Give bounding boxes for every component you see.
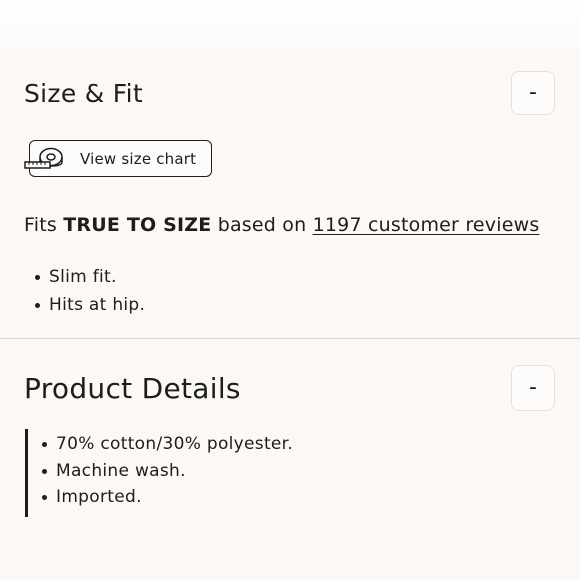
- details-accent-bar: [25, 429, 28, 517]
- product-details-collapse-button[interactable]: -: [511, 365, 555, 411]
- customer-reviews-link[interactable]: 1197 customer reviews: [313, 214, 540, 236]
- view-size-chart-label: View size chart: [80, 150, 197, 168]
- top-fade: [0, 0, 580, 62]
- fit-value: TRUE TO SIZE: [63, 214, 212, 236]
- fit-prefix: Fits: [24, 214, 64, 236]
- size-fit-collapse-button[interactable]: -: [511, 71, 555, 115]
- fit-summary: Fits TRUE TO SIZE based on 1197 customer…: [24, 214, 539, 236]
- product-details-title: Product Details: [24, 372, 241, 405]
- fit-bullet-list: Slim fit. Hits at hip.: [31, 267, 145, 323]
- list-item: Imported.: [38, 487, 293, 514]
- measuring-tape-icon: [24, 147, 63, 169]
- fit-middle: based on: [211, 214, 313, 236]
- size-fit-title: Size & Fit: [24, 79, 144, 108]
- list-item: Slim fit.: [31, 267, 145, 295]
- view-size-chart-button[interactable]: View size chart: [24, 140, 212, 177]
- list-item: 70% cotton/30% polyester.: [38, 434, 293, 461]
- size-fit-section: Size & Fit - View size chart Fits TRUE T…: [0, 62, 580, 338]
- details-bullet-list: 70% cotton/30% polyester. Machine wash. …: [38, 434, 293, 514]
- bottom-fade: [0, 518, 580, 580]
- list-item: Machine wash.: [38, 461, 293, 488]
- list-item: Hits at hip.: [31, 295, 145, 323]
